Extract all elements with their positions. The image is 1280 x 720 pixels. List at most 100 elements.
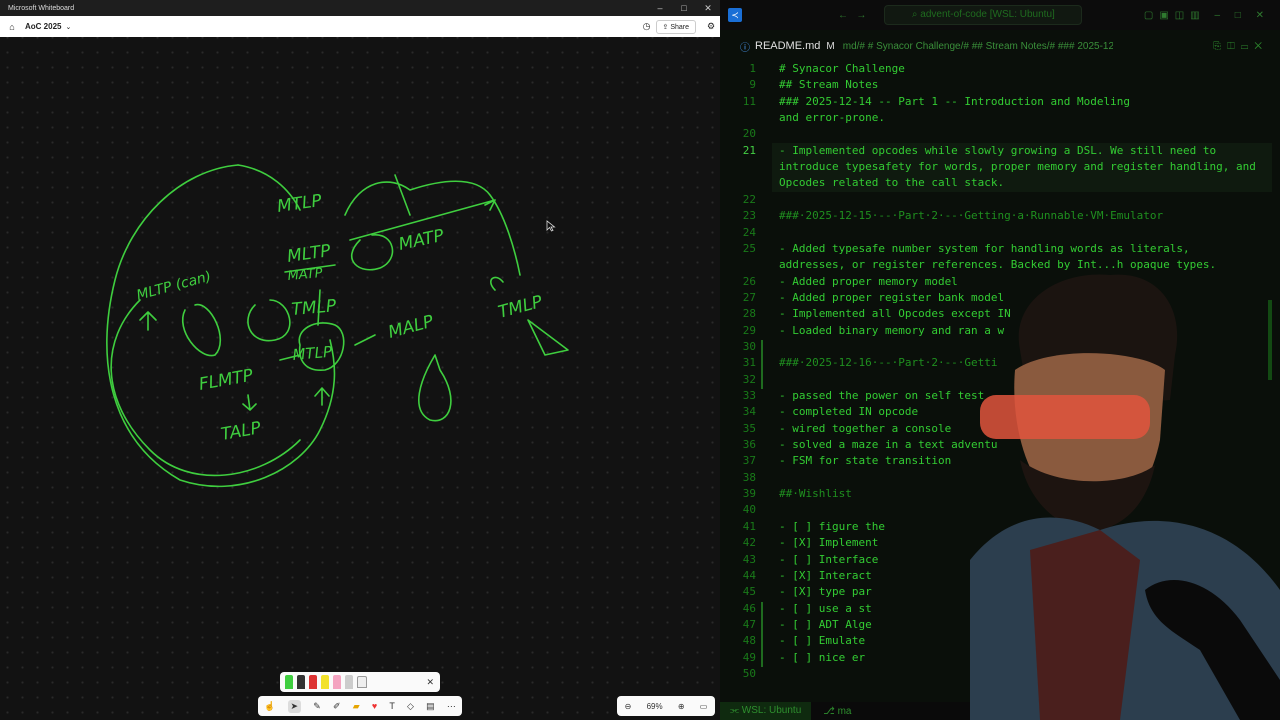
lasso-icon[interactable]	[357, 676, 367, 688]
home-icon[interactable]: ⌂	[6, 22, 18, 32]
modified-indicator: M	[826, 40, 835, 52]
sketch-label-7: MTLP	[292, 343, 334, 364]
select-tool-icon[interactable]: ➤	[287, 699, 302, 713]
vscode-logo-icon: ≺	[728, 8, 742, 22]
line-number: 48	[742, 634, 756, 648]
code-line[interactable]: ##·Wishlist	[779, 487, 852, 500]
pen-tool-icon[interactable]: ✐	[333, 701, 341, 712]
line-number: 20	[742, 127, 756, 141]
code-line[interactable]: - [X] type par	[779, 585, 872, 598]
chevron-down-icon[interactable]: ⌄	[65, 23, 71, 31]
code-line[interactable]: - [X] Interact	[779, 569, 872, 582]
line-number: 31	[742, 356, 756, 370]
minimize-button[interactable]: –	[648, 3, 672, 13]
editor-actions-icon[interactable]: ⎘◫▭✕	[1213, 41, 1268, 52]
fit-view-icon[interactable]: ▭	[700, 702, 708, 711]
pen-green[interactable]	[285, 675, 293, 689]
code-line[interactable]: - passed the power on self test	[779, 389, 984, 402]
code-line[interactable]: - completed IN opcode	[779, 405, 918, 418]
line-number: 45	[742, 585, 756, 599]
code-line[interactable]: ### 2025-12-14 -- Part 1 -- Introduction…	[779, 95, 1130, 108]
template-icon[interactable]: ▤	[426, 701, 435, 712]
board-name[interactable]: AoC 2025	[25, 22, 61, 31]
zoom-level[interactable]: 69%	[647, 702, 663, 711]
breadcrumb[interactable]: md/# # Synacor Challenge/# ## Stream Not…	[843, 41, 1113, 52]
nav-back-forward-icon[interactable]: ← →	[838, 10, 866, 21]
git-change-marker	[761, 339, 763, 357]
window-title: Microsoft Whiteboard	[8, 4, 75, 12]
sticky-note-icon[interactable]: ▰	[353, 701, 360, 712]
sketch-label-2: MLTP	[286, 241, 333, 267]
settings-icon[interactable]: ⚙	[702, 21, 720, 32]
line-number: 28	[742, 307, 756, 321]
layout-controls-icon[interactable]: ▢▣◫▥ – □ ✕	[1144, 10, 1270, 21]
line-number: 41	[742, 519, 756, 533]
pen-tray: ✕	[280, 672, 440, 692]
sketch-left-blob	[182, 303, 221, 357]
code-line[interactable]: - [ ] figure the	[779, 520, 885, 533]
pen-red[interactable]	[309, 675, 317, 689]
git-change-marker	[761, 356, 763, 373]
code-line[interactable]: - Added typesafe number system for handl…	[779, 242, 1190, 255]
code-line[interactable]: - [ ] Interface	[779, 553, 878, 566]
sketch-arrow-up-bottom	[314, 387, 330, 406]
tab-readme[interactable]: README.md	[755, 40, 820, 52]
command-center-search[interactable]: ⌕ advent-of-code [WSL: Ubuntu]	[884, 5, 1083, 25]
sketch-arrow-up-left	[139, 311, 157, 331]
code-line[interactable]: and error-prone.	[779, 111, 885, 124]
maximize-button[interactable]: □	[672, 3, 696, 13]
line-number: 32	[742, 372, 756, 386]
whiteboard-titlebar: Microsoft Whiteboard – □ ✕	[0, 0, 720, 16]
pen-black[interactable]	[297, 675, 305, 689]
code-line[interactable]: - [ ] ADT Alge	[779, 618, 872, 631]
code-line[interactable]: ###·2025-12-16·--·Part·2·--·Getti	[779, 356, 998, 369]
sketch-label-4: MLTP (can)	[135, 269, 213, 304]
mouse-cursor-icon	[546, 220, 556, 232]
code-line[interactable]: introduce typesafety for words, proper m…	[779, 160, 1256, 173]
git-branch[interactable]: ⎇ ma	[823, 706, 851, 717]
timer-icon[interactable]: ◷	[638, 21, 656, 32]
highlighter-pink[interactable]	[333, 675, 341, 689]
zoom-controls: ⊖ 69% ⊕ ▭	[617, 696, 715, 716]
sketch-label-5: TMLP	[291, 296, 338, 320]
shapes-icon[interactable]: ◇	[407, 701, 414, 712]
share-button[interactable]: ⇪ Share	[655, 19, 696, 34]
code-line[interactable]: - wired together a console	[779, 422, 951, 435]
code-line[interactable]: - FSM for state transition	[779, 454, 951, 467]
more-icon[interactable]: ⋯	[447, 701, 456, 712]
code-line[interactable]: - Implemented opcodes while slowly growi…	[779, 144, 1216, 157]
eraser[interactable]	[345, 675, 353, 689]
line-number: 33	[742, 389, 756, 402]
close-tray-icon[interactable]: ✕	[426, 677, 434, 688]
code-line[interactable]: # Synacor Challenge	[779, 62, 905, 75]
line-number: 29	[742, 323, 756, 337]
whiteboard-toolbar: ⌂ AoC 2025 ⌄ ◷ ⇪ Share ⚙	[0, 16, 720, 37]
whiteboard-canvas[interactable]: MTLP MLTP MATP MLTP (can) TMLP FLMTP MTL…	[0, 37, 720, 720]
sketch-triangle-right	[527, 319, 569, 356]
line-number: 40	[742, 503, 756, 517]
git-change-marker	[761, 650, 763, 667]
line-number: 11	[742, 94, 756, 108]
zoom-out-icon[interactable]: ⊖	[625, 702, 632, 711]
code-line[interactable]: ###·2025-12-15·--·Part·2·--·Getting·a·Ru…	[779, 209, 1163, 222]
reaction-icon[interactable]: ♥	[372, 701, 377, 711]
highlighter-yellow[interactable]	[321, 675, 329, 689]
code-line[interactable]: Opcodes related to the call stack.	[779, 176, 1004, 189]
line-number: 22	[742, 192, 756, 206]
zoom-in-icon[interactable]: ⊕	[678, 702, 685, 711]
code-line[interactable]: - Added proper memory model	[779, 275, 958, 288]
touch-icon[interactable]: ☝	[264, 701, 275, 712]
code-line[interactable]: - [ ] Emulate	[779, 634, 865, 647]
code-line[interactable]: - solved a maze in a text adventu	[779, 438, 998, 451]
remote-indicator[interactable]: ⫘ WSL: Ubuntu	[720, 702, 812, 720]
text-tool-icon[interactable]: T	[389, 701, 395, 711]
line-number: 21	[742, 143, 756, 157]
ink-tool-icon[interactable]: ✎	[313, 701, 321, 712]
close-button[interactable]: ✕	[696, 3, 720, 14]
code-line[interactable]: - [X] Implement	[779, 536, 878, 549]
sketch-label-9: TMLP	[496, 292, 545, 323]
git-change-marker	[761, 634, 763, 651]
code-line[interactable]: - [ ] use a st	[779, 602, 872, 615]
code-line[interactable]: ## Stream Notes	[779, 78, 878, 91]
code-line[interactable]: - [ ] nice er	[779, 651, 865, 664]
